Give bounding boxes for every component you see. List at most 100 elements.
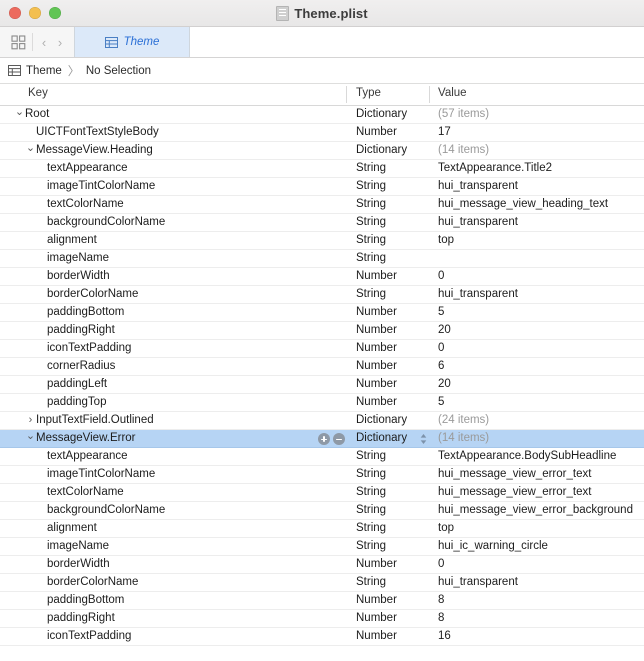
- table-row[interactable]: imageName String hui_ic_warning_circle: [0, 538, 644, 556]
- cell-type[interactable]: String: [356, 486, 386, 498]
- disclosure-chevron-right-icon[interactable]: ›: [25, 414, 36, 426]
- cell-key[interactable]: cornerRadius: [47, 360, 115, 372]
- table-row[interactable]: paddingTop Number 5: [0, 394, 644, 412]
- cell-key[interactable]: paddingLeft: [47, 378, 107, 390]
- table-row[interactable]: imageTintColorName String hui_transparent: [0, 178, 644, 196]
- type-popup-arrows-icon[interactable]: [419, 432, 429, 446]
- back-chevron-icon[interactable]: ‹: [36, 31, 52, 53]
- cell-type[interactable]: Dictionary: [356, 144, 407, 156]
- cell-value[interactable]: (14 items): [438, 432, 489, 444]
- table-row[interactable]: borderColorName String hui_transparent: [0, 286, 644, 304]
- cell-key[interactable]: imageTintColorName: [47, 468, 155, 480]
- cell-value[interactable]: hui_message_view_error_text: [438, 486, 591, 498]
- cell-value[interactable]: 5: [438, 396, 444, 408]
- table-row[interactable]: textAppearance String TextAppearance.Title…: [0, 160, 644, 178]
- close-button[interactable]: [9, 7, 21, 19]
- cell-key[interactable]: paddingBottom: [47, 306, 124, 318]
- cell-key[interactable]: textColorName: [47, 486, 124, 498]
- cell-key[interactable]: imageTintColorName: [47, 180, 155, 192]
- cell-value[interactable]: hui_message_view_error_text: [438, 468, 591, 480]
- cell-type[interactable]: Dictionary: [356, 414, 407, 426]
- cell-key[interactable]: textColorName: [47, 198, 124, 210]
- table-row[interactable]: paddingRight Number 20: [0, 322, 644, 340]
- cell-type[interactable]: Number: [356, 396, 397, 408]
- cell-value[interactable]: hui_ic_warning_circle: [438, 540, 548, 552]
- cell-value[interactable]: (24 items): [438, 414, 489, 426]
- table-row[interactable]: imageTintColorName String hui_message_view…: [0, 466, 644, 484]
- cell-type[interactable]: String: [356, 522, 386, 534]
- cell-value[interactable]: 0: [438, 270, 444, 282]
- cell-value[interactable]: 20: [438, 324, 451, 336]
- table-row[interactable]: paddingRight Number 8: [0, 610, 644, 628]
- cell-key[interactable]: alignment: [47, 522, 97, 534]
- cell-type[interactable]: String: [356, 234, 386, 246]
- disclosure-chevron-down-icon[interactable]: ⌄: [25, 142, 36, 154]
- cell-key[interactable]: borderColorName: [47, 288, 138, 300]
- cell-key[interactable]: backgroundColorName: [47, 216, 165, 228]
- cell-value[interactable]: hui_transparent: [438, 216, 518, 228]
- cell-value[interactable]: (14 items): [438, 144, 489, 156]
- cell-key[interactable]: borderColorName: [47, 576, 138, 588]
- cell-key[interactable]: borderWidth: [47, 270, 110, 282]
- tab-theme[interactable]: Theme: [74, 27, 190, 57]
- cell-value[interactable]: hui_message_view_heading_text: [438, 198, 608, 210]
- cell-value[interactable]: hui_transparent: [438, 576, 518, 588]
- table-row[interactable]: paddingBottom Number 8: [0, 592, 644, 610]
- cell-type[interactable]: String: [356, 180, 386, 192]
- cell-type[interactable]: Number: [356, 360, 397, 372]
- cell-type[interactable]: Number: [356, 558, 397, 570]
- table-row[interactable]: textAppearance String TextAppearance.BodyS…: [0, 448, 644, 466]
- table-row[interactable]: paddingLeft Number 20: [0, 376, 644, 394]
- breadcrumb-selection[interactable]: No Selection: [86, 65, 151, 77]
- cell-type[interactable]: Number: [356, 594, 397, 606]
- cell-type[interactable]: String: [356, 540, 386, 552]
- cell-type[interactable]: Number: [356, 342, 397, 354]
- cell-value[interactable]: 16: [438, 630, 451, 642]
- cell-type[interactable]: Number: [356, 612, 397, 624]
- cell-key[interactable]: backgroundColorName: [47, 504, 165, 516]
- cell-type[interactable]: String: [356, 504, 386, 516]
- cell-key[interactable]: imageName: [47, 252, 109, 264]
- table-row[interactable]: textColorName String hui_message_view_head…: [0, 196, 644, 214]
- table-row[interactable]: iconTextPadding Number 0: [0, 340, 644, 358]
- forward-chevron-icon[interactable]: ›: [52, 31, 68, 53]
- column-divider-type[interactable]: [346, 86, 347, 103]
- disclosure-chevron-down-icon[interactable]: ⌄: [14, 106, 25, 118]
- cell-key[interactable]: paddingRight: [47, 612, 115, 624]
- cell-type[interactable]: String: [356, 288, 386, 300]
- cell-value[interactable]: 0: [438, 558, 444, 570]
- cell-key[interactable]: textAppearance: [47, 162, 128, 174]
- cell-value[interactable]: TextAppearance.BodySubHeadline: [438, 450, 616, 462]
- table-row[interactable]: ⌄ Root Dictionary (57 items): [0, 106, 644, 124]
- breadcrumb-root[interactable]: Theme: [26, 65, 62, 77]
- cell-key[interactable]: InputTextField.Outlined: [36, 414, 154, 426]
- cell-type[interactable]: Dictionary: [356, 108, 407, 120]
- disclosure-chevron-down-icon[interactable]: ⌄: [25, 430, 36, 442]
- column-header-type[interactable]: Type: [356, 87, 381, 99]
- cell-value[interactable]: top: [438, 522, 454, 534]
- cell-value[interactable]: (57 items): [438, 108, 489, 120]
- grid-layout-icon[interactable]: [7, 31, 29, 53]
- cell-key[interactable]: iconTextPadding: [47, 342, 131, 354]
- table-row[interactable]: iconTextPadding Number 16: [0, 628, 644, 646]
- table-row[interactable]: borderWidth Number 0: [0, 556, 644, 574]
- cell-value[interactable]: top: [438, 234, 454, 246]
- table-row[interactable]: textColorName String hui_message_view_erro…: [0, 484, 644, 502]
- cell-value[interactable]: 8: [438, 594, 444, 606]
- table-row[interactable]: borderColorName String hui_transparent: [0, 574, 644, 592]
- table-row[interactable]: ⌄ MessageView.Heading Dictionary (14 items): [0, 142, 644, 160]
- cell-key[interactable]: imageName: [47, 540, 109, 552]
- column-divider-value[interactable]: [429, 86, 430, 103]
- cell-value[interactable]: hui_transparent: [438, 180, 518, 192]
- cell-type[interactable]: Number: [356, 324, 397, 336]
- table-row[interactable]: alignment String top: [0, 232, 644, 250]
- cell-type[interactable]: Number: [356, 126, 397, 138]
- cell-key[interactable]: Root: [25, 108, 49, 120]
- remove-row-button[interactable]: [333, 433, 345, 445]
- cell-type[interactable]: Dictionary: [356, 432, 407, 444]
- minimize-button[interactable]: [29, 7, 41, 19]
- cell-value[interactable]: TextAppearance.Title2: [438, 162, 552, 174]
- table-row[interactable]: ⌄ MessageView.Error Dictionary (14 items): [0, 430, 644, 448]
- cell-key[interactable]: textAppearance: [47, 450, 128, 462]
- cell-key[interactable]: MessageView.Heading: [36, 144, 153, 156]
